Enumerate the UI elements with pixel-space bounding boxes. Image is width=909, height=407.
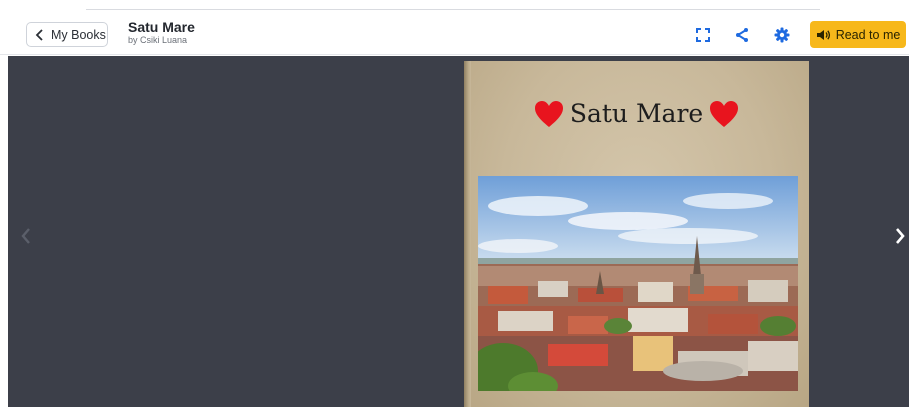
speaker-icon xyxy=(816,29,830,40)
my-books-button[interactable]: My Books xyxy=(26,22,108,47)
reader-stage: Satu Mare xyxy=(8,56,909,407)
heart-icon xyxy=(534,100,563,127)
share-button[interactable] xyxy=(732,25,752,45)
gear-icon xyxy=(774,27,790,43)
book-cover[interactable]: Satu Mare xyxy=(464,61,809,407)
fullscreen-icon xyxy=(696,28,710,42)
share-icon xyxy=(736,28,748,42)
book-title: Satu Mare xyxy=(128,19,195,35)
next-page-arrow[interactable] xyxy=(892,224,908,248)
reader-header: My Books Satu Mare by Csiki Luana Read t… xyxy=(0,10,909,55)
read-to-me-button[interactable]: Read to me xyxy=(810,21,906,48)
cover-title: Satu Mare xyxy=(569,99,704,128)
book-author: by Csiki Luana xyxy=(128,35,188,45)
my-books-label: My Books xyxy=(51,27,106,42)
settings-button[interactable] xyxy=(772,25,792,45)
book-title-block: Satu Mare by Csiki Luana xyxy=(128,19,195,46)
chevron-left-icon xyxy=(35,28,43,41)
previous-page-arrow[interactable] xyxy=(18,224,34,248)
cover-title-row: Satu Mare xyxy=(464,99,809,128)
fullscreen-button[interactable] xyxy=(693,25,713,45)
heart-icon xyxy=(710,100,739,127)
read-to-me-label: Read to me xyxy=(835,27,901,42)
city-photo xyxy=(478,176,798,391)
